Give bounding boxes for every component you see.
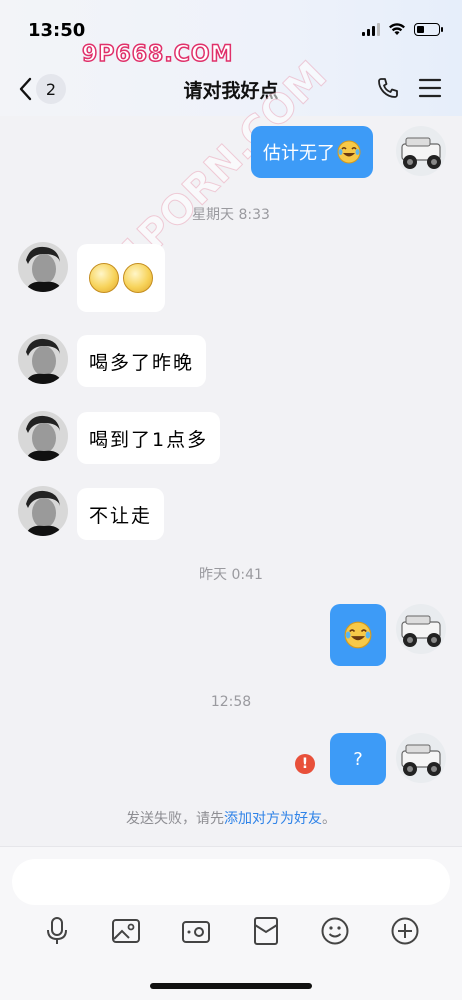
message-input[interactable] <box>12 859 450 905</box>
camera-icon <box>182 921 211 943</box>
avatar-self[interactable] <box>396 733 446 783</box>
message-outgoing[interactable] <box>330 604 386 666</box>
status-icons <box>362 22 443 36</box>
plus-icon <box>391 917 419 945</box>
menu-icon[interactable] <box>418 77 442 99</box>
message-bubble[interactable]: 不让走 <box>77 488 165 540</box>
send-failed-notice: 发送失败，请先添加对方为好友。 <box>0 808 462 828</box>
message-bubble[interactable] <box>330 604 386 666</box>
photo-button[interactable] <box>108 913 144 949</box>
timestamp: 12:58 <box>210 694 252 710</box>
message-outgoing[interactable]: ? <box>330 733 386 785</box>
message-incoming[interactable]: 喝到了1点多 <box>77 412 221 464</box>
message-text: ? <box>353 748 363 770</box>
message-text: 喝到了1点多 <box>89 428 209 451</box>
smile-emoji-icon <box>89 263 119 293</box>
message-text: 估计无了 <box>263 143 335 164</box>
emoji-icon <box>321 917 349 945</box>
microphone-icon <box>46 917 67 944</box>
status-time: 13:50 <box>28 20 86 41</box>
wifi-icon <box>389 23 405 35</box>
send-failed-suffix: 。 <box>322 811 336 827</box>
red-packet-icon <box>253 917 278 945</box>
chat-area[interactable]: 91PORN.COM 估计无了 星期天 8:33 喝多了昨晚 喝到了1点多 不让… <box>0 52 462 846</box>
input-panel <box>0 846 462 1000</box>
camera-button[interactable] <box>178 913 214 949</box>
battery-icon <box>414 22 443 36</box>
avatar-contact[interactable] <box>18 411 68 461</box>
timestamp: 星期天 8:33 <box>192 207 270 223</box>
nav-bar: 2 请对我好点 <box>0 62 462 116</box>
input-toolbar <box>0 911 462 951</box>
message-text: 不让走 <box>89 504 153 527</box>
emoji-button[interactable] <box>317 913 353 949</box>
message-bubble[interactable] <box>77 244 165 312</box>
avatar-contact[interactable] <box>18 334 68 384</box>
message-incoming[interactable]: 不让走 <box>77 488 165 540</box>
message-bubble[interactable]: 喝多了昨晚 <box>77 335 207 387</box>
timestamp: 昨天 0:41 <box>199 567 263 583</box>
phone-icon[interactable] <box>376 76 400 100</box>
smile-emoji-icon <box>123 263 153 293</box>
image-icon <box>112 919 141 943</box>
message-incoming[interactable] <box>77 244 165 312</box>
home-indicator <box>150 983 312 989</box>
laugh-cry-emoji-icon <box>344 621 372 649</box>
send-failed-icon[interactable]: ! <box>295 754 315 774</box>
send-failed-text: 发送失败，请先 <box>126 811 224 827</box>
message-text: 喝多了昨晚 <box>89 351 195 374</box>
voice-button[interactable] <box>39 913 75 949</box>
nav-actions <box>376 76 442 100</box>
avatar-self[interactable] <box>396 126 446 176</box>
message-bubble[interactable]: ? <box>330 733 386 785</box>
laugh-cry-emoji-icon <box>337 140 361 164</box>
avatar-contact[interactable] <box>18 486 68 536</box>
avatar-contact[interactable] <box>18 242 68 292</box>
red-packet-button[interactable] <box>248 913 284 949</box>
add-friend-link[interactable]: 添加对方为好友 <box>224 811 322 827</box>
avatar-self[interactable] <box>396 604 446 654</box>
cellular-signal-icon <box>362 22 380 36</box>
message-outgoing[interactable]: 估计无了 <box>251 126 373 178</box>
message-bubble[interactable]: 估计无了 <box>251 126 373 178</box>
more-button[interactable] <box>387 913 423 949</box>
message-bubble[interactable]: 喝到了1点多 <box>77 412 221 464</box>
message-incoming[interactable]: 喝多了昨晚 <box>77 335 207 387</box>
